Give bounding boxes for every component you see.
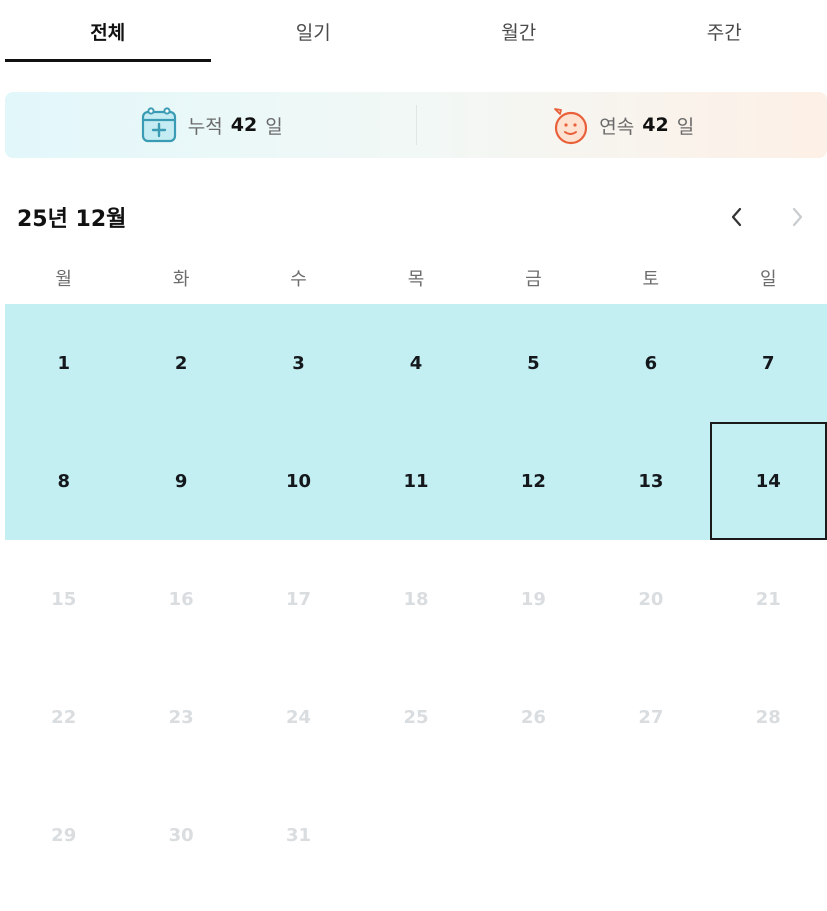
total-days-stat: 누적 42 일: [5, 104, 416, 146]
next-month-button[interactable]: [767, 196, 827, 238]
calendar-day[interactable]: 21: [710, 540, 827, 658]
calendar-day[interactable]: 3: [239, 304, 358, 422]
calendar-day[interactable]: 25: [357, 658, 474, 776]
stats-banner: 누적 42 일 연속 42 일: [5, 92, 827, 158]
calendar-day[interactable]: 18: [357, 540, 474, 658]
calendar-day[interactable]: 31: [240, 776, 357, 894]
month-title: 25년 12월: [17, 207, 127, 232]
calendar-day[interactable]: 24: [240, 658, 357, 776]
calendar-day[interactable]: 7: [709, 304, 827, 422]
tab-bar: 전체 일기 월간 주간: [5, 0, 827, 62]
weekday-header: 월 화 수 목 금 토 일: [5, 258, 827, 298]
weekday-fri: 금: [525, 269, 542, 290]
calendar-day[interactable]: 19: [475, 540, 592, 658]
tab-all[interactable]: 전체: [5, 0, 211, 62]
calendar-day[interactable]: 9: [122, 422, 240, 540]
calendar-grid: 1 2 3 4 5 6 7 8 9 10 11 12 13 14 15 16 17 18 19 20 21 22 23 24 2…: [5, 304, 827, 894]
calendar-day[interactable]: 15: [5, 540, 122, 658]
calendar-day[interactable]: 13: [592, 422, 710, 540]
chevron-right-icon: [792, 207, 803, 227]
calendar-day[interactable]: 27: [592, 658, 709, 776]
calendar-day[interactable]: 12: [474, 422, 593, 540]
calendar-day[interactable]: 20: [592, 540, 709, 658]
smiley-face-icon: [549, 104, 591, 146]
month-nav: [707, 196, 827, 238]
calendar-day-today[interactable]: 14: [709, 422, 827, 540]
calendar-day[interactable]: 6: [592, 304, 710, 422]
weekday-mon: 월: [55, 269, 72, 290]
chevron-left-icon: [731, 207, 742, 227]
weekday-sun: 일: [759, 269, 777, 290]
weekday-tue: 화: [172, 269, 190, 290]
total-days-unit: 일: [265, 115, 283, 138]
prev-month-button[interactable]: [707, 196, 767, 238]
calendar-day[interactable]: 8: [5, 422, 123, 540]
calendar-day[interactable]: 4: [357, 304, 475, 422]
tab-diary[interactable]: 일기: [211, 0, 417, 62]
month-header: 25년 12월: [5, 196, 827, 238]
calendar-plus-icon: [138, 104, 180, 146]
streak-value: 42: [642, 114, 669, 136]
calendar-day[interactable]: 22: [5, 658, 122, 776]
tab-weekly[interactable]: 주간: [622, 0, 827, 62]
calendar-day[interactable]: 30: [122, 776, 239, 894]
calendar-day[interactable]: 1: [5, 304, 123, 422]
calendar-day[interactable]: 28: [710, 658, 827, 776]
calendar-day[interactable]: 11: [357, 422, 475, 540]
weekday-wed: 수: [290, 269, 307, 290]
streak-stat: 연속 42 일: [417, 104, 827, 146]
weekday-thu: 목: [407, 269, 425, 290]
calendar-day[interactable]: 10: [239, 422, 358, 540]
calendar-day[interactable]: 2: [122, 304, 240, 422]
streak-label: 연속: [599, 115, 635, 138]
streak-unit: 일: [676, 115, 695, 138]
calendar-day[interactable]: 5: [474, 304, 593, 422]
calendar-day[interactable]: 17: [240, 540, 357, 658]
calendar-day[interactable]: 23: [122, 658, 239, 776]
calendar-day[interactable]: 26: [475, 658, 592, 776]
weekday-sat: 토: [642, 269, 660, 290]
total-days-value: 42: [230, 114, 258, 136]
tab-monthly[interactable]: 월간: [416, 0, 622, 62]
calendar-day[interactable]: 16: [122, 540, 239, 658]
calendar-day[interactable]: 29: [5, 776, 122, 894]
total-days-label: 누적: [187, 115, 223, 138]
